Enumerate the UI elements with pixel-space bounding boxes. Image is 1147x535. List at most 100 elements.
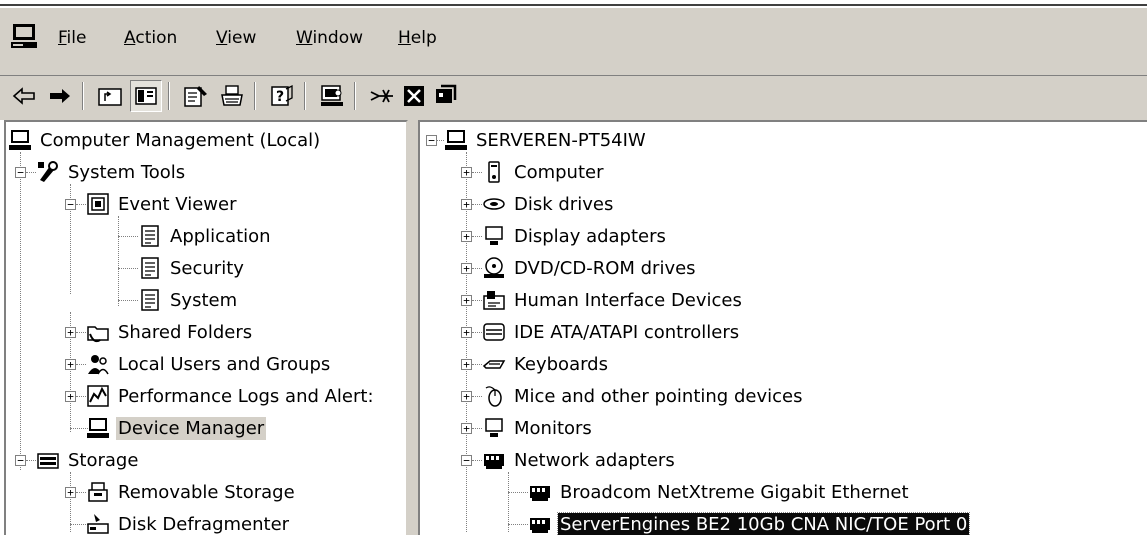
tree-line: [76, 364, 86, 365]
menu-window[interactable]: Window: [296, 28, 363, 48]
tree-node-removable-storage[interactable]: Removable Storage: [86, 476, 297, 508]
performance-icon: [87, 385, 109, 407]
network-adapter-icon: [530, 518, 550, 533]
hid-icon: [483, 291, 505, 310]
system-tools-icon: [38, 161, 58, 182]
tree-line: [118, 236, 138, 237]
tree-label: Network adapters: [514, 449, 675, 471]
computer-management-icon: [9, 130, 31, 150]
mouse-icon: [485, 386, 502, 407]
update-driver-button[interactable]: [430, 80, 462, 112]
expand-button[interactable]: +: [461, 295, 472, 306]
tree-line: [76, 204, 86, 205]
display-adapter-icon: [485, 226, 503, 245]
tree-label: Display adapters: [514, 225, 666, 247]
expand-button[interactable]: +: [461, 423, 472, 434]
menu-file[interactable]: File: [58, 28, 86, 48]
device-node-monitors[interactable]: Monitors: [482, 412, 594, 444]
help-button[interactable]: ?: [266, 80, 298, 112]
forward-button[interactable]: [44, 80, 76, 112]
properties-button[interactable]: [180, 80, 212, 112]
collapse-button[interactable]: −: [426, 135, 437, 146]
device-node-hid[interactable]: Human Interface Devices: [482, 284, 744, 316]
collapse-button[interactable]: −: [461, 455, 472, 466]
tree-label: ServerEngines BE2 10Gb CNA NIC/TOE Port …: [556, 511, 971, 535]
tree-node-shared-folders[interactable]: Shared Folders: [86, 316, 254, 348]
tree-label: Application: [170, 225, 271, 247]
computer-management-icon[interactable]: [10, 23, 38, 49]
tree-label: Monitors: [514, 417, 592, 439]
collapse-button[interactable]: −: [65, 199, 76, 210]
show-hide-tree-button[interactable]: [130, 80, 162, 112]
device-node-ide-controllers[interactable]: IDE ATA/ATAPI controllers: [482, 316, 741, 348]
print-icon: [221, 85, 243, 106]
shared-folders-icon: [87, 326, 109, 343]
tree-node-computer-management[interactable]: Computer Management (Local): [8, 124, 322, 156]
tree-line: [118, 216, 119, 306]
tree-node-system-log[interactable]: System: [138, 284, 239, 316]
tree-label: Local Users and Groups: [118, 353, 331, 375]
device-node-broadcom-nic[interactable]: Broadcom NetXtreme Gigabit Ethernet: [528, 476, 911, 508]
tree-line: [76, 492, 86, 493]
update-driver-icon: [436, 84, 457, 103]
network-adapter-icon: [530, 486, 550, 501]
menu-view[interactable]: View: [216, 28, 256, 48]
disk-drive-icon: [483, 198, 505, 210]
up-one-level-button[interactable]: [94, 80, 126, 112]
tree-line: [472, 364, 482, 365]
menu-help[interactable]: Help: [398, 28, 437, 48]
tree-line: [508, 492, 528, 493]
event-log-icon: [141, 289, 159, 311]
expand-button[interactable]: +: [461, 359, 472, 370]
device-node-root[interactable]: SERVEREN-PT54IW: [444, 124, 648, 156]
device-tree-pane[interactable]: − + + + + + + + + + − SERVEREN-PT54IW Co…: [418, 120, 1147, 535]
tree-label: Device Manager: [116, 416, 267, 440]
expand-button[interactable]: +: [65, 487, 76, 498]
back-button[interactable]: [8, 80, 40, 112]
tree-node-system-tools[interactable]: System Tools: [36, 156, 187, 188]
console-tree-pane[interactable]: − − + + + − + Computer Management (Local…: [4, 120, 408, 535]
print-button[interactable]: [216, 80, 248, 112]
menu-action[interactable]: Action: [124, 28, 177, 48]
device-node-mice[interactable]: Mice and other pointing devices: [482, 380, 804, 412]
tree-label: System: [170, 289, 238, 311]
device-node-computer[interactable]: Computer: [482, 156, 605, 188]
device-node-display-adapters[interactable]: Display adapters: [482, 220, 668, 252]
expand-button[interactable]: +: [461, 327, 472, 338]
tree-line: [76, 332, 86, 333]
expand-button[interactable]: +: [65, 359, 76, 370]
up-one-level-icon: [98, 88, 122, 106]
collapse-button[interactable]: −: [15, 455, 26, 466]
tree-node-application-log[interactable]: Application: [138, 220, 273, 252]
device-node-disk-drives[interactable]: Disk drives: [482, 188, 615, 220]
device-node-network-adapters[interactable]: Network adapters: [482, 444, 677, 476]
tree-line: [472, 172, 482, 173]
expand-button[interactable]: +: [461, 391, 472, 402]
storage-icon: [37, 453, 59, 469]
device-node-keyboards[interactable]: Keyboards: [482, 348, 610, 380]
tree-node-performance-logs[interactable]: Performance Logs and Alert:: [86, 380, 376, 412]
device-node-dvd-drives[interactable]: DVD/CD-ROM drives: [482, 252, 698, 284]
uninstall-button[interactable]: [366, 80, 398, 112]
tree-node-device-manager[interactable]: Device Manager: [86, 412, 267, 444]
tree-node-security-log[interactable]: Security: [138, 252, 246, 284]
expand-button[interactable]: +: [461, 263, 472, 274]
expand-button[interactable]: +: [65, 391, 76, 402]
expand-button[interactable]: +: [461, 167, 472, 178]
expand-button[interactable]: +: [461, 199, 472, 210]
uninstall-icon: [370, 89, 393, 103]
tree-node-event-viewer[interactable]: Event Viewer: [86, 188, 238, 220]
scan-hardware-icon: [321, 85, 343, 106]
device-node-serverengines-nic[interactable]: ServerEngines BE2 10Gb CNA NIC/TOE Port …: [528, 508, 971, 535]
scan-hardware-button[interactable]: [316, 80, 348, 112]
expand-button[interactable]: +: [461, 231, 472, 242]
tree-line: [472, 300, 482, 301]
tree-node-local-users-groups[interactable]: Local Users and Groups: [86, 348, 332, 380]
pane-splitter[interactable]: [408, 120, 418, 535]
toolbar-separator: [254, 82, 256, 110]
disable-device-button[interactable]: [398, 80, 430, 112]
collapse-button[interactable]: −: [15, 167, 26, 178]
tree-node-disk-defragmenter[interactable]: Disk Defragmenter: [86, 508, 291, 535]
expand-button[interactable]: +: [65, 327, 76, 338]
tree-node-storage[interactable]: Storage: [36, 444, 140, 476]
